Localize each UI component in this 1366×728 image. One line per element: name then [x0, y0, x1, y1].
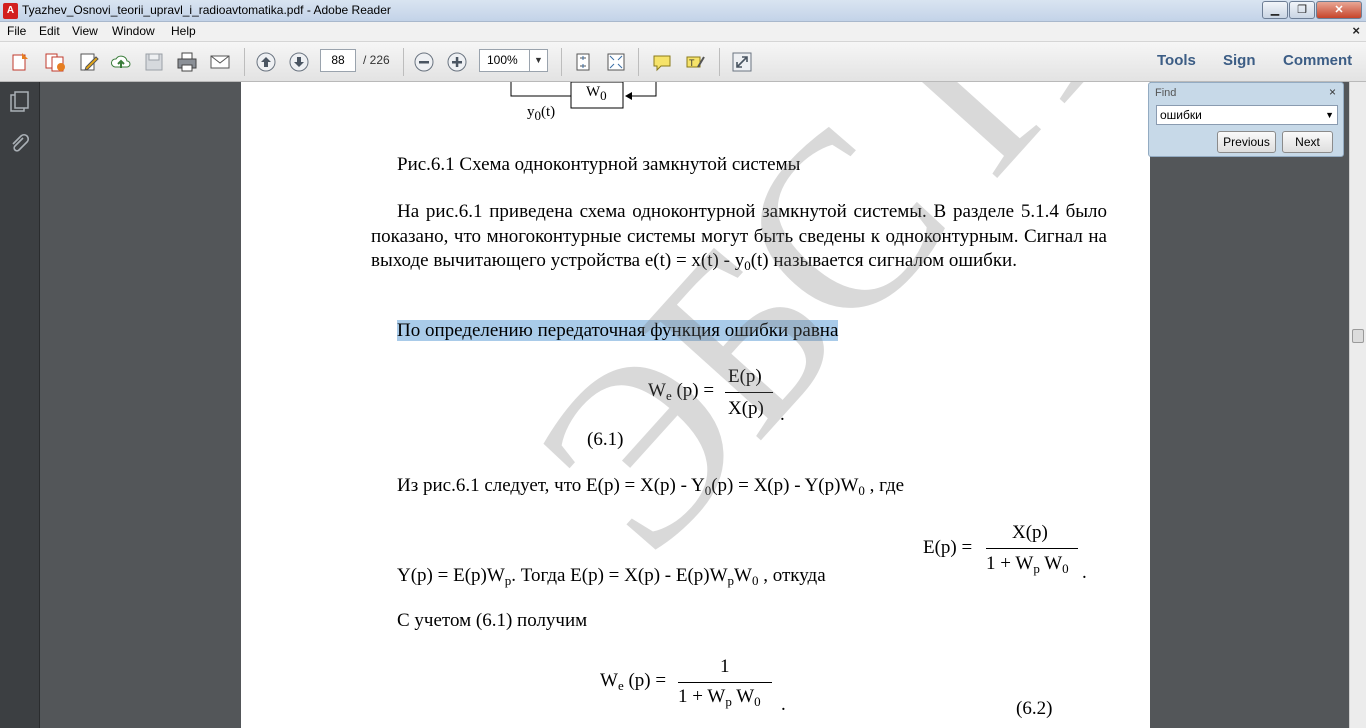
chevron-down-icon[interactable]: ▼	[529, 50, 547, 71]
zoom-select[interactable]: 100% ▼	[479, 49, 548, 72]
email-icon[interactable]	[207, 50, 233, 74]
menu-view[interactable]: View	[72, 24, 98, 38]
full-screen-fit-icon[interactable]	[603, 50, 629, 74]
upload-cloud-icon[interactable]	[108, 50, 134, 74]
page-number-input[interactable]: 88	[320, 49, 356, 72]
page-total: / 226	[363, 53, 390, 67]
chevron-down-icon[interactable]: ▼	[1325, 106, 1334, 124]
minimize-button[interactable]: ▁	[1262, 1, 1288, 19]
eq3-denominator: 1 + Wp W0	[678, 686, 761, 709]
eq2-numerator: X(p)	[1012, 522, 1048, 543]
find-query: ошибки	[1160, 108, 1202, 122]
edit-document-icon[interactable]	[76, 50, 102, 74]
save-icon[interactable]	[141, 50, 167, 74]
eq1-denominator: X(p)	[728, 398, 764, 419]
diagram-block-label: W0	[586, 84, 607, 103]
zoom-in-icon[interactable]	[444, 50, 470, 74]
find-input[interactable]: ошибки ▼	[1156, 105, 1338, 125]
zoom-value: 100%	[487, 53, 518, 67]
fit-page-icon[interactable]	[570, 50, 596, 74]
combine-files-icon[interactable]	[42, 50, 68, 74]
toolbar-separator	[561, 48, 562, 76]
previous-page-icon[interactable]	[253, 50, 279, 74]
toolbar-separator	[244, 48, 245, 76]
create-pdf-icon[interactable]	[8, 50, 34, 74]
block-diagram	[510, 82, 657, 109]
find-title: Find	[1155, 87, 1177, 99]
find-next-button[interactable]: Next	[1282, 131, 1333, 153]
eq3-number: (6.2)	[1016, 698, 1053, 719]
expand-icon[interactable]	[729, 50, 755, 74]
diagram-output-label: y0(t)	[527, 104, 556, 123]
svg-text:T: T	[689, 58, 695, 68]
close-document-icon[interactable]: ×	[1352, 23, 1360, 38]
attachments-icon[interactable]	[8, 132, 30, 156]
print-icon[interactable]	[174, 50, 200, 74]
result-intro-line: С учетом (6.1) получим	[397, 610, 588, 631]
zoom-out-icon[interactable]	[411, 50, 437, 74]
toolbar-separator	[403, 48, 404, 76]
window-title: Tyazhev_Osnovi_teorii_upravl_i_radioavto…	[22, 3, 391, 17]
eq1-fraction-line	[725, 392, 773, 393]
eq3-numerator: 1	[720, 656, 730, 677]
close-window-button[interactable]: ✕	[1316, 1, 1362, 19]
derivation-line: Из рис.6.1 следует, что E(p) = X(p) - Y0…	[397, 475, 905, 498]
navigation-panel	[0, 82, 40, 728]
eq1-number: (6.1)	[587, 429, 624, 450]
eq2-denominator: 1 + Wp W0	[986, 553, 1069, 576]
document-view[interactable]: W0 y0(t) Рис.6.1 Схема одноконтурной зам…	[41, 82, 1349, 728]
highlight-text-icon[interactable]: T	[682, 50, 708, 74]
highlighted-sentence: По определению передаточная функция ошиб…	[397, 320, 839, 342]
eq3-fraction-line	[678, 682, 772, 683]
find-panel: Find × ошибки ▼ Previous Next	[1148, 82, 1344, 157]
find-previous-button[interactable]: Previous	[1217, 131, 1276, 153]
eq2-dot: .	[1082, 562, 1087, 583]
menu-help[interactable]: Help	[171, 24, 196, 38]
figure-caption: Рис.6.1 Схема одноконтурной замкнутой си…	[397, 154, 801, 175]
page-thumbnails-icon[interactable]	[8, 90, 30, 114]
menu-window[interactable]: Window	[112, 24, 155, 38]
comment-tab[interactable]: Comment	[1283, 52, 1352, 69]
menu-file[interactable]: File	[7, 24, 26, 38]
adobe-reader-icon: A	[3, 3, 18, 19]
eq2-lhs: E(p) =	[923, 537, 973, 558]
eq1-lhs: We (p) =	[648, 380, 715, 403]
find-close-icon[interactable]: ×	[1329, 85, 1336, 99]
eq3-dot: .	[781, 694, 786, 715]
maximize-button[interactable]: ❐	[1289, 1, 1315, 19]
sign-tab[interactable]: Sign	[1223, 52, 1256, 69]
toolbar-separator	[638, 48, 639, 76]
eq1-dot: .	[780, 404, 785, 425]
adobe-reader-window: A Tyazhev_Osnovi_teorii_upravl_i_radioav…	[0, 0, 1366, 728]
scrollbar-thumb[interactable]	[1352, 329, 1364, 343]
eq2-fraction-line	[986, 548, 1078, 549]
menu-edit[interactable]: Edit	[39, 24, 60, 38]
tools-tab[interactable]: Tools	[1157, 52, 1196, 69]
pdf-page: W0 y0(t) Рис.6.1 Схема одноконтурной зам…	[241, 82, 1150, 728]
paragraph-error-signal: На рис.6.1 приведена схема одноконтурной…	[371, 201, 1107, 273]
eq3-lhs: We (p) =	[600, 670, 667, 693]
vertical-scrollbar[interactable]	[1349, 82, 1366, 728]
title-bar: A Tyazhev_Osnovi_teorii_upravl_i_radioav…	[0, 0, 1366, 22]
sticky-note-icon[interactable]	[649, 50, 675, 74]
search-highlight: По определению передаточная функция ошиб…	[397, 320, 839, 341]
next-page-icon[interactable]	[286, 50, 312, 74]
substitution-line: Y(p) = E(p)Wp. Тогда E(p) = X(p) - E(p)W…	[397, 565, 826, 588]
eq1-numerator: E(p)	[728, 366, 762, 387]
menu-bar: File Edit View Window Help ×	[0, 22, 1366, 42]
toolbar-separator	[719, 48, 720, 76]
